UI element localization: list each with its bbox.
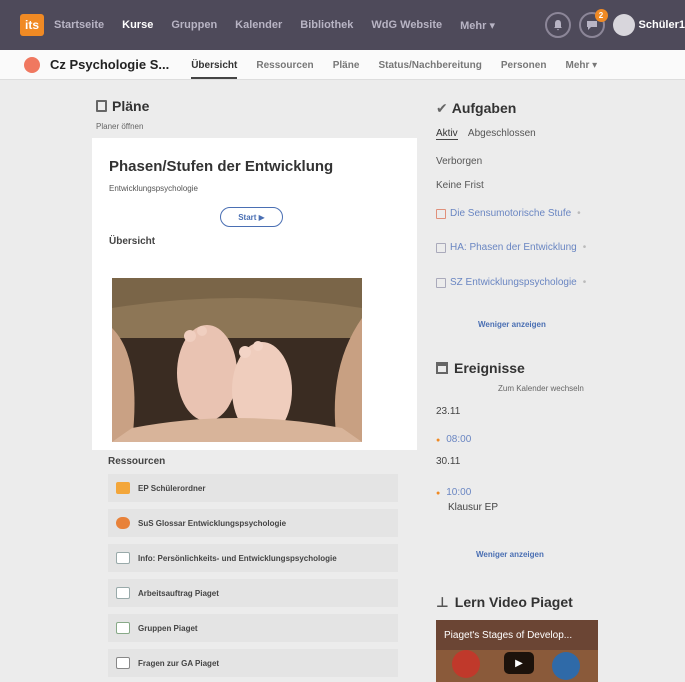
messages-icon[interactable]: 2 [578,9,608,38]
planner-icon [96,100,107,112]
open-planner-link[interactable]: Planer öffnen [96,122,143,131]
plan-card: Phasen/Stufen der Entwicklung Entwicklun… [92,138,417,450]
course-title[interactable]: Cz Psychologie S... [50,57,169,72]
show-less-events-link[interactable]: Weniger anzeigen [476,550,544,559]
tab-aktiv[interactable]: Aktiv [436,128,458,140]
checklist-icon [116,622,130,634]
checkmark-icon: ✔ [436,100,448,116]
plaene-heading-label: Pläne [112,98,150,114]
notification-badge: 2 [594,9,608,22]
show-less-tasks-link[interactable]: Weniger anzeigen [478,320,546,329]
event-date: 30.11 [436,456,461,467]
tab-mehr[interactable]: Mehr ▾ [566,60,598,71]
plaene-heading: Pläne [96,98,149,114]
plan-subtitle: Entwicklungspsychologie [109,184,198,193]
nav-startseite[interactable]: Startseite [54,19,104,32]
event-time[interactable]: 08:00 [436,434,471,445]
play-icon[interactable]: ▶ [504,652,534,674]
ereignisse-heading: Ereignisse [436,360,525,376]
user-name[interactable]: Schüler1 [639,19,685,31]
event-time[interactable]: 10:00 [436,487,471,498]
ereignisse-heading-label: Ereignisse [454,360,525,376]
tab-status[interactable]: Status/Nachbereitung [378,60,481,71]
task-label: HA: Phasen der Entwicklung [450,242,577,253]
nav-kalender[interactable]: Kalender [235,19,282,32]
resource-list: EP Schülerordner SuS Glossar Entwicklung… [108,474,398,682]
resource-label: EP Schülerordner [138,483,206,493]
baby-feet-image [112,278,362,442]
task-type-icon [436,242,446,253]
aufgaben-heading-label: Aufgaben [451,100,517,116]
resource-item[interactable]: Arbeitsauftrag Piaget [108,579,398,607]
resource-label: Arbeitsauftrag Piaget [138,588,219,598]
nav-bibliothek[interactable]: Bibliothek [300,19,353,32]
nav-gruppen[interactable]: Gruppen [171,19,217,32]
course-tabs: Übersicht Ressourcen Pläne Status/Nachbe… [191,59,613,79]
calendar-icon [436,362,448,374]
bell-icon[interactable] [544,12,571,38]
task-label: Die Sensumotorische Stufe [450,208,572,219]
course-header: Cz Psychologie S... Übersicht Ressourcen… [0,50,685,80]
tab-plaene[interactable]: Pläne [333,60,360,71]
event-date: 23.11 [436,406,461,417]
resource-item[interactable]: Gruppen Piaget [108,614,398,642]
hidden-label: Verborgen [436,156,483,167]
tab-uebersicht[interactable]: Übersicht [191,59,238,79]
avatar[interactable] [612,14,635,36]
monitor-icon [116,657,130,669]
no-deadline-label: Keine Frist [436,180,484,191]
task-label: SZ Entwicklungspsychologie [450,277,577,288]
tab-ressourcen[interactable]: Ressourcen [256,60,313,71]
plan-overview-label: Übersicht [109,236,156,247]
task-type-icon [436,277,446,288]
video-heading-label: Lern Video Piaget [454,594,573,610]
resource-label: SuS Glossar Entwicklungspsychologie [138,518,287,528]
task-item[interactable]: HA: Phasen der Entwicklung • [436,242,596,253]
tab-abgeschlossen[interactable]: Abgeschlossen [468,128,536,139]
user-area: 2 Schüler1 [544,9,685,38]
video-title: Piaget's Stages of Develop... [444,630,573,641]
tab-personen[interactable]: Personen [501,60,547,71]
video-thumbnail[interactable]: Piaget's Stages of Develop... ▶ [436,620,598,682]
pin-icon: ⊥ [436,594,449,610]
task-status-dot: • [582,277,587,288]
task-item[interactable]: SZ Entwicklungspsychologie • [436,277,596,288]
nav-wdg-website[interactable]: WdG Website [371,19,442,32]
task-tabs: Aktiv Abgeschlossen [436,128,536,140]
resource-label: Fragen zur GA Piaget [138,658,220,668]
app-logo[interactable]: its [20,14,44,36]
document-icon [116,552,130,564]
resource-item[interactable]: Fragen zur GA Piaget [108,649,398,677]
resource-label: Gruppen Piaget [138,623,198,633]
task-item[interactable]: Die Sensumotorische Stufe • [436,208,596,219]
top-navigation-bar: its Startseite Kurse Gruppen Kalender Bi… [0,0,685,50]
task-status-dot: • [577,208,581,219]
task-status-dot: • [582,242,587,253]
plan-title[interactable]: Phasen/Stufen der Entwicklung [109,158,333,175]
aufgaben-heading: ✔ Aufgaben [436,100,516,117]
start-button[interactable]: Start ▶ [220,207,283,227]
nav-kurse[interactable]: Kurse [122,19,153,32]
folder-icon [116,482,130,494]
calendar-link[interactable]: Zum Kalender wechseln [498,384,584,393]
resource-item[interactable]: SuS Glossar Entwicklungspsychologie [108,509,398,537]
course-icon [24,56,40,73]
event-title[interactable]: Klausur EP [448,502,498,513]
chat-icon [116,517,130,529]
video-heading: ⊥ Lern Video Piaget [436,594,573,611]
task-type-icon [436,208,446,219]
main-nav: Startseite Kurse Gruppen Kalender Biblio… [54,19,513,32]
ressourcen-heading: Ressourcen [108,456,166,467]
resource-item[interactable]: Info: Persönlichkeits- und Entwicklungsp… [108,544,398,572]
nav-mehr[interactable]: Mehr ▾ [460,19,495,32]
document-icon [116,587,130,599]
resource-item[interactable]: EP Schülerordner [108,474,398,502]
resource-label: Info: Persönlichkeits- und Entwicklungsp… [138,553,337,563]
